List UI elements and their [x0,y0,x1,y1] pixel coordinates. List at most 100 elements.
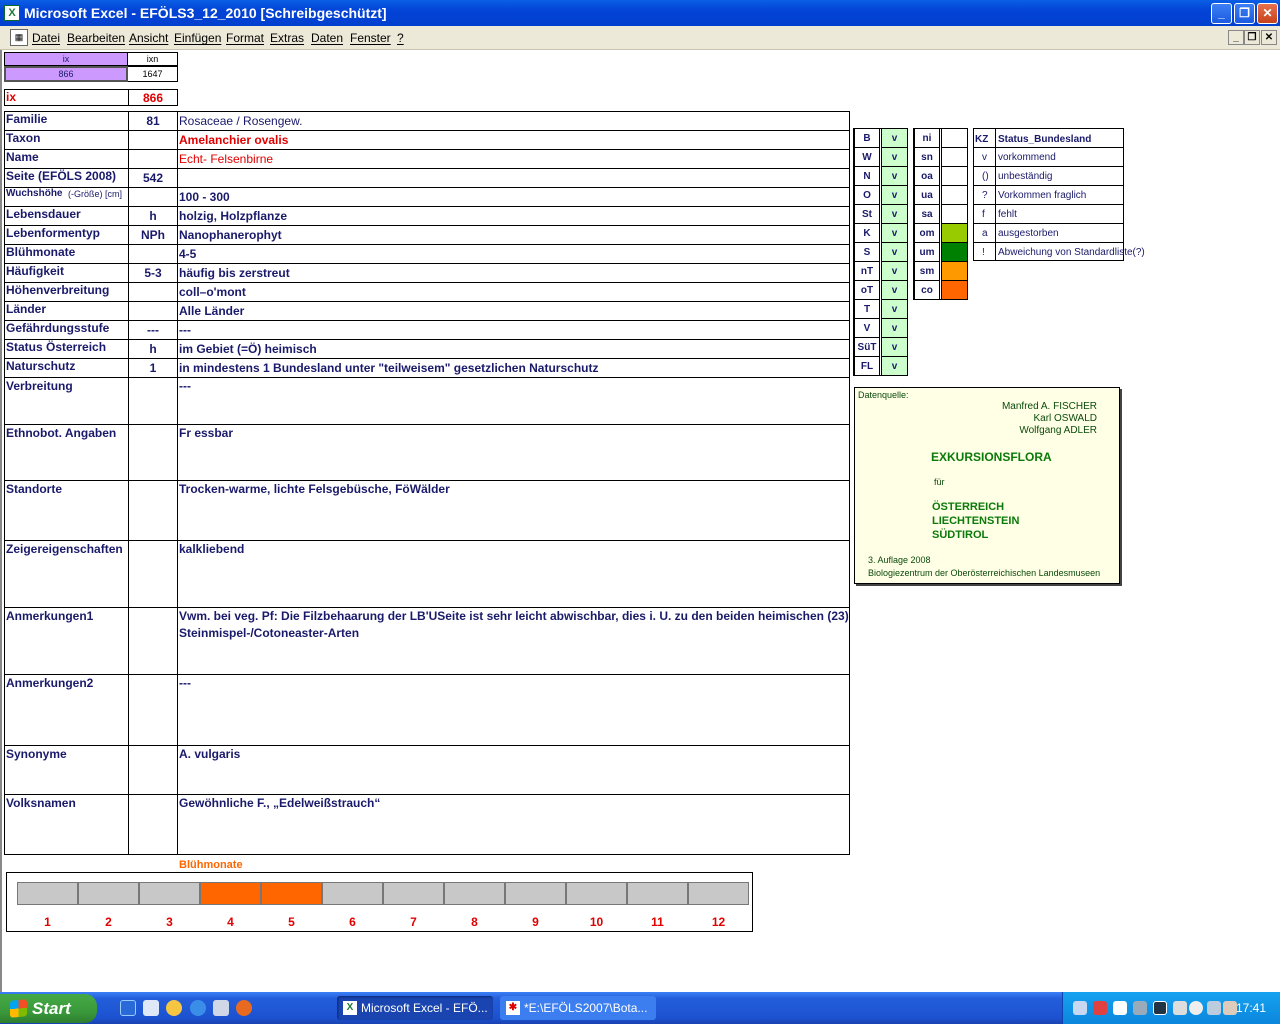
big-row-value[interactable]: kalkliebend [179,542,244,556]
ixn-value-cell[interactable]: 1647 [128,66,178,82]
menu-einfuegen[interactable]: Einfügen [174,31,221,45]
row-code[interactable]: NPh [128,228,178,242]
row-divider [4,320,850,321]
quicklaunch-show-desktop-icon[interactable] [143,1000,159,1016]
state-mark[interactable]: v [881,167,907,186]
quicklaunch-explorer-icon[interactable] [213,1000,229,1016]
row-value[interactable]: 4-5 [179,247,196,261]
menu-datei[interactable]: Datei [32,31,60,45]
big-row-value[interactable]: Gewöhnliche F., „Edelweißstrauch“ [179,796,380,810]
doc-close-button[interactable]: ✕ [1261,30,1277,45]
big-row-value-line2[interactable]: Steinmispel-/Cotoneaster-Arten [179,626,359,640]
excel-icon[interactable]: X [4,5,20,21]
zone-color-swatch[interactable] [941,186,967,205]
state-mark[interactable]: v [881,205,907,224]
restore-button[interactable]: ❐ [1234,3,1255,24]
task-excel[interactable]: X Microsoft Excel - EFÖ... [337,996,493,1020]
state-mark[interactable]: v [881,224,907,243]
zone-color-swatch[interactable] [941,148,967,167]
minimize-button[interactable]: _ [1211,3,1232,24]
row-value[interactable]: Alle Länder [179,304,244,318]
quicklaunch-firefox-icon[interactable] [236,1000,252,1016]
state-mark[interactable]: v [881,129,907,148]
source-country-3: SÜDTIROL [932,529,989,541]
close-button[interactable]: ✕ [1257,3,1278,24]
big-row-value[interactable]: Fr essbar [179,426,233,440]
zone-color-swatch[interactable] [941,281,967,300]
bloom-month-label: 1 [44,915,51,929]
big-row-value[interactable]: --- [179,676,191,690]
state-mark[interactable]: v [881,281,907,300]
menu-ansicht[interactable]: Ansicht [129,31,168,45]
row-value[interactable]: coll–o'mont [179,285,246,299]
zone-color-swatch[interactable] [941,129,967,148]
row-code[interactable]: 5-3 [128,266,178,280]
search-icon[interactable] [1113,1001,1127,1015]
doc-minimize-button[interactable]: _ [1228,30,1244,45]
state-mark[interactable]: v [881,148,907,167]
state-mark[interactable]: v [881,262,907,281]
row-value[interactable]: Nanophanerophyt [179,228,282,242]
row-value[interactable]: --- [179,323,191,337]
row-code[interactable]: h [128,209,178,223]
zone-color-swatch[interactable] [941,243,967,262]
network-icon[interactable] [1073,1001,1087,1015]
state-mark[interactable]: v [881,319,907,338]
quicklaunch-browser-icon[interactable] [190,1000,206,1016]
row-value[interactable]: holzig, Holzpflanze [179,209,287,223]
zone-code: sa [914,205,940,224]
state-mark[interactable]: v [881,186,907,205]
state-mark[interactable]: v [881,300,907,319]
shield-icon[interactable] [1153,1001,1167,1015]
doc-restore-button[interactable]: ❐ [1244,30,1260,45]
zone-color-swatch[interactable] [941,167,967,186]
zone-code: ua [914,186,940,205]
zone-color-swatch[interactable] [941,205,967,224]
zone-color-swatch[interactable] [941,224,967,243]
big-row-value[interactable]: A. vulgaris [179,747,240,761]
task-explorer[interactable]: ✱ *E:\EFÖLS2007\Bota... [500,996,656,1020]
state-mark[interactable]: v [881,243,907,262]
big-row-label: Anmerkungen1 [6,609,94,623]
zone-color-swatch[interactable] [941,262,967,281]
legend-divider [973,223,1124,224]
row-value[interactable]: häufig bis zerstreut [179,266,290,280]
row-value[interactable]: Rosaceae / Rosengew. [179,114,302,128]
menu-extras[interactable]: Extras [270,31,304,45]
security-icon[interactable] [1093,1001,1107,1015]
info-icon[interactable] [1189,1001,1203,1015]
row-code[interactable]: 542 [128,171,178,185]
menu-fenster[interactable]: Fenster [350,31,391,45]
row-code[interactable]: 81 [128,114,178,128]
worksheet[interactable]: ix ixn 866 1647 ix 866 Bv Wv Nv Ov St v Kv Sv nT… [0,50,1280,992]
legend-kz: a [982,228,988,239]
big-row-value[interactable]: --- [179,379,191,393]
quicklaunch-ie-icon[interactable] [120,1000,136,1016]
state-mark[interactable]: v [881,338,907,357]
big-row-label: Volksnamen [6,796,76,810]
workbook-icon[interactable]: ▦ [10,29,28,46]
big-row-value[interactable]: Trocken-warme, lichte Felsgebüsche, FöWä… [179,482,450,496]
row-value[interactable]: in mindestens 1 Bundesland unter "teilwe… [179,361,598,375]
row-value[interactable]: Amelanchier ovalis [179,133,288,147]
row-code[interactable]: h [128,342,178,356]
menu-help[interactable]: ? [397,31,404,45]
ix-value-cell[interactable]: 866 [4,66,128,82]
row-value[interactable]: 100 - 300 [179,190,230,204]
big-row-value[interactable]: Vwm. bei veg. Pf: Die Filzbehaarung der … [179,609,849,623]
row-code[interactable]: --- [128,323,178,337]
state-mark[interactable]: v [881,357,907,376]
printer-icon[interactable] [1207,1001,1221,1015]
device-icon[interactable] [1133,1001,1147,1015]
tools-icon[interactable] [1223,1001,1237,1015]
row-code[interactable]: 1 [128,361,178,375]
row-value[interactable]: im Gebiet (=Ö) heimisch [179,342,317,356]
volume-icon[interactable] [1173,1001,1187,1015]
row-value[interactable]: Echt- Felsenbirne [179,152,273,166]
start-button[interactable]: Start [0,994,97,1023]
menu-daten[interactable]: Daten [311,31,343,45]
ix-label: ix [6,90,17,104]
quicklaunch-media-icon[interactable] [166,1000,182,1016]
menu-format[interactable]: Format [226,31,264,45]
menu-bearbeiten[interactable]: Bearbeiten [67,31,125,45]
